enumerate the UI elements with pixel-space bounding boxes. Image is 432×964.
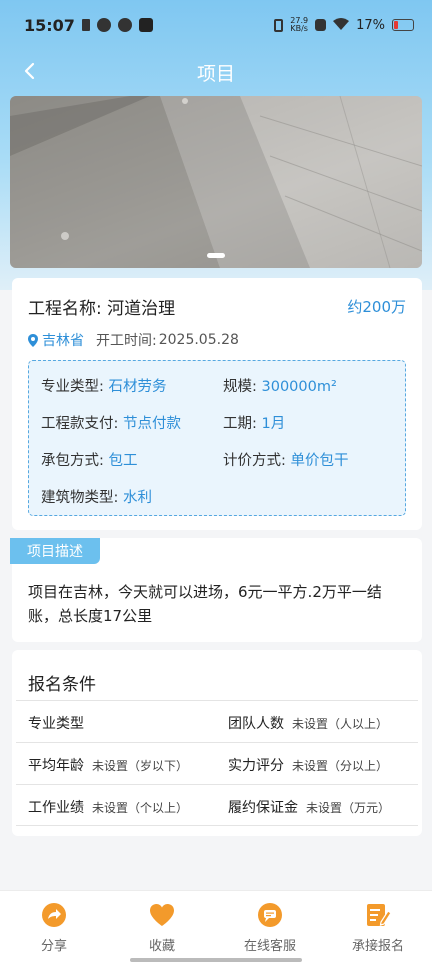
bottom-tab-bar: 分享 收藏 在线客服 承接报名 [0, 890, 432, 964]
condition-key: 实力评分 [228, 758, 284, 774]
condition-value: 未设置（个以上） [92, 801, 189, 815]
tab-label: 分享 [40, 939, 67, 954]
start-date-label: 开工时间: [96, 333, 157, 349]
share-icon [41, 902, 67, 928]
heart-icon [149, 902, 175, 928]
detail-key: 工程款支付: [41, 416, 119, 432]
edit-form-icon [365, 902, 391, 928]
home-indicator[interactable] [130, 958, 302, 962]
tab-favorite[interactable]: 收藏 [108, 891, 216, 964]
detail-key: 规模: [223, 379, 257, 395]
conditions-card: 报名条件 专业类型 团队人数 未设置（人以上） 平均年龄 未设置（岁以下） 实力… [12, 650, 422, 836]
description-card: 项目描述 项目在吉林，今天就可以进场，6元一平方.2万平一结账，总长度17公里 [10, 538, 422, 642]
detail-duration: 工期: 1月 [223, 412, 285, 433]
tiktok-icon [138, 18, 153, 32]
conditions-title: 报名条件 [28, 675, 96, 695]
description-text: 项目在吉林，今天就可以进场，6元一平方.2万平一结账，总长度17公里 [28, 583, 382, 625]
tab-customer-service[interactable]: 在线客服 [216, 891, 324, 964]
condition-performance: 工作业绩 未设置（个以上） [28, 797, 188, 817]
detail-key: 专业类型: [41, 379, 104, 395]
tab-apply[interactable]: 承接报名 [324, 891, 432, 964]
condition-value: 未设置（岁以下） [92, 759, 189, 773]
location-row: 吉林省 开工时间: 2025.05.28 [28, 330, 239, 350]
condition-row: 专业类型 团队人数 未设置（人以上） [16, 700, 418, 742]
nav-bar: 项目 [0, 50, 432, 94]
status-time: 15:07 [24, 15, 75, 35]
detail-specialty: 专业类型: 石材劳务 [41, 375, 167, 396]
detail-scale: 规模: 300000m² [223, 375, 337, 396]
condition-row: 工作业绩 未设置（个以上） 履约保证金 未设置（万元） [16, 784, 418, 826]
network-speed-unit: KB/s [290, 24, 308, 33]
condition-specialty: 专业类型 [28, 713, 92, 733]
vibrate-icon [274, 18, 284, 32]
condition-team-size: 团队人数 未设置（人以上） [228, 713, 388, 733]
condition-value: 未设置（分以上） [292, 759, 389, 773]
condition-rating: 实力评分 未设置（分以上） [228, 755, 388, 775]
detail-value: 1月 [261, 416, 286, 432]
condition-deposit: 履约保证金 未设置（万元） [228, 797, 390, 817]
app-notification-icon [96, 18, 111, 32]
detail-value: 水利 [123, 490, 152, 506]
detail-value: 节点付款 [123, 416, 181, 432]
chevron-left-icon [24, 62, 35, 80]
condition-key: 工作业绩 [28, 800, 84, 816]
condition-value: 未设置（人以上） [292, 717, 389, 731]
battery-icon [392, 19, 414, 31]
detail-pricing: 计价方式: 单价包干 [223, 449, 349, 470]
detail-contract-type: 承包方式: 包工 [41, 449, 138, 470]
condition-row: 平均年龄 未设置（岁以下） 实力评分 未设置（分以上） [16, 742, 418, 784]
condition-key: 履约保证金 [228, 800, 298, 816]
description-tag: 项目描述 [10, 538, 100, 564]
project-price: 约200万 [347, 298, 406, 316]
weibo-icon [117, 18, 132, 32]
detail-key: 承包方式: [41, 453, 104, 469]
detail-value: 单价包干 [290, 453, 349, 469]
project-info-card: 工程名称: 河道治理 约200万 吉林省 开工时间: 2025.05.28 专业… [12, 278, 422, 530]
condition-avg-age: 平均年龄 未设置（岁以下） [28, 755, 188, 775]
tab-label: 在线客服 [243, 939, 296, 954]
network-speed: 27.9 KB/s [290, 17, 308, 33]
location-text: 吉林省 [42, 333, 84, 349]
back-button[interactable] [14, 56, 44, 86]
detail-key: 工期: [223, 416, 257, 432]
condition-key: 平均年龄 [28, 758, 84, 774]
detail-value: 石材劳务 [108, 379, 167, 395]
condition-key: 专业类型 [28, 716, 84, 732]
status-bar: 15:07 27.9 KB/s 17% [0, 0, 432, 50]
tab-share[interactable]: 分享 [0, 891, 108, 964]
detail-key: 计价方式: [223, 453, 286, 469]
start-date-value: 2025.05.28 [158, 332, 239, 348]
project-details-box: 专业类型: 石材劳务 规模: 300000m² 工程款支付: 节点付款 工期: … [28, 360, 406, 516]
detail-building-type: 建筑物类型: 水利 [41, 486, 152, 507]
site-photo [10, 96, 422, 268]
page-title: 项目 [196, 62, 235, 85]
chat-icon [257, 902, 283, 928]
wifi-icon [333, 17, 350, 33]
detail-payment: 工程款支付: 节点付款 [41, 412, 181, 433]
battery-percent: 17% [356, 17, 385, 33]
condition-value: 未设置（万元） [306, 801, 391, 815]
image-carousel[interactable] [10, 96, 422, 268]
project-name: 工程名称: 河道治理 [28, 294, 175, 319]
detail-value: 300000m² [261, 379, 337, 395]
detail-value: 包工 [108, 453, 138, 469]
tab-label: 承接报名 [351, 939, 404, 954]
sim-card-icon [81, 19, 90, 31]
bluetooth-icon [315, 19, 327, 31]
tab-label: 收藏 [148, 939, 175, 954]
condition-key: 团队人数 [228, 716, 284, 732]
detail-key: 建筑物类型: [41, 490, 119, 506]
location-pin-icon [28, 333, 38, 347]
project-name-value: 河道治理 [107, 299, 176, 319]
carousel-indicator[interactable] [207, 253, 225, 258]
project-name-label: 工程名称: [28, 299, 102, 319]
